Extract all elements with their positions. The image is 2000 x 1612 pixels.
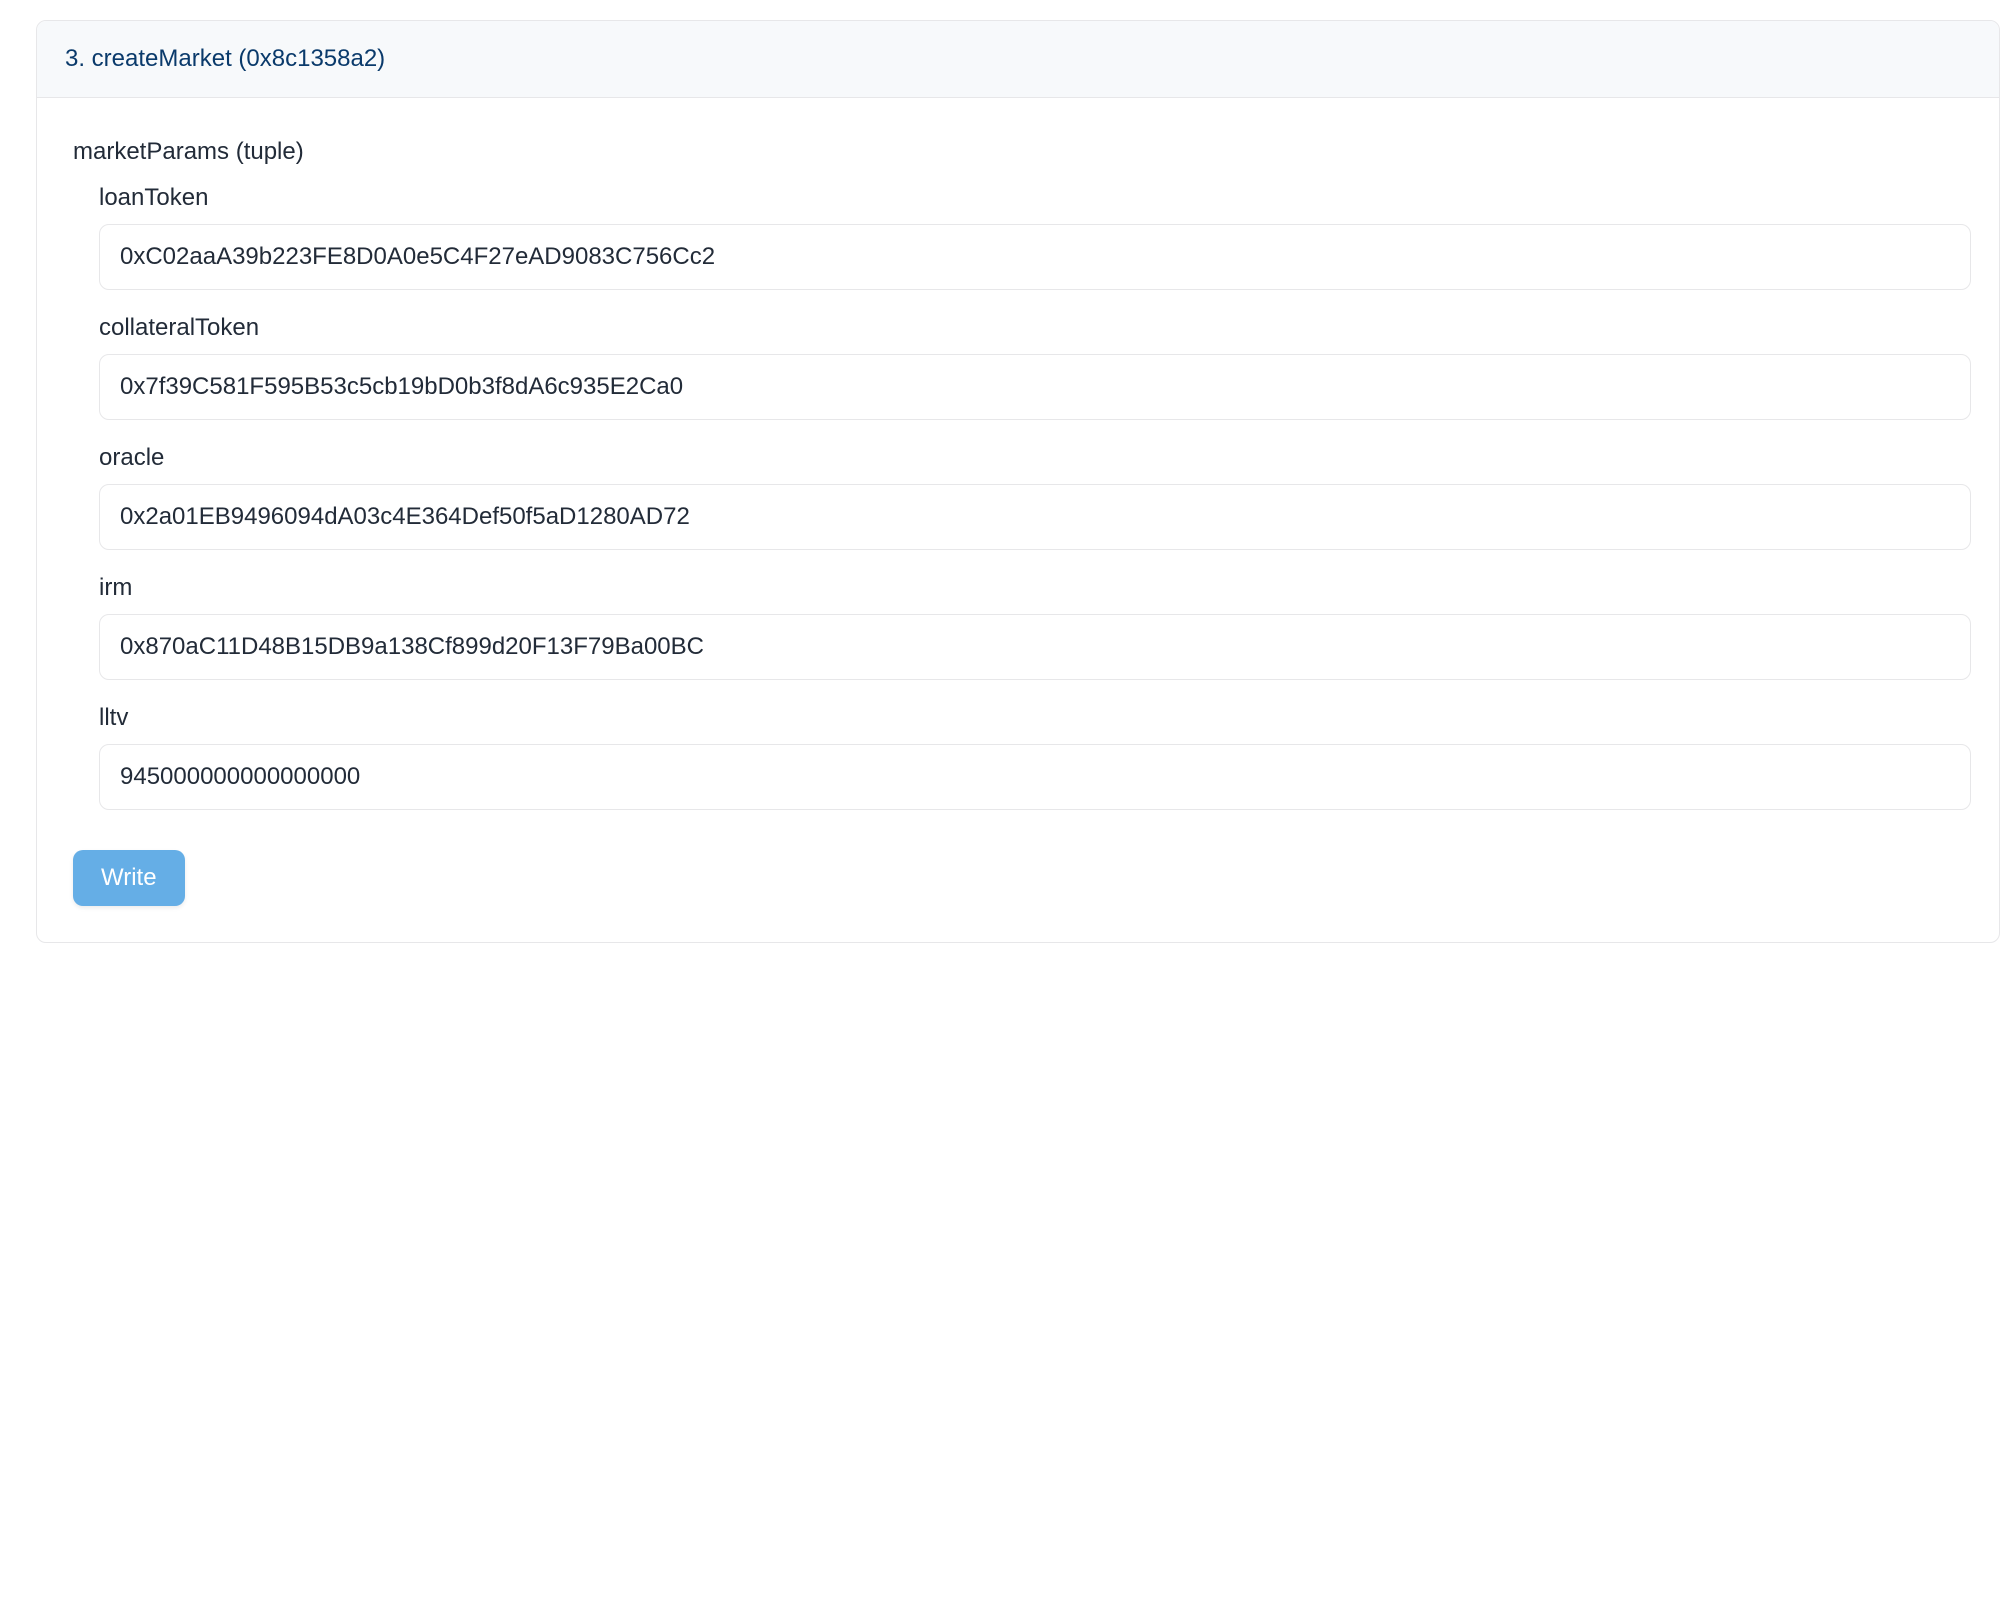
function-body: marketParams (tuple) loanToken collatera… [37,98,1999,942]
input-oracle[interactable] [99,484,1971,550]
function-header[interactable]: 3. createMarket (0x8c1358a2) [37,21,1999,98]
input-loanToken[interactable] [99,224,1971,290]
field-label-collateralToken: collateralToken [99,314,1971,342]
field-irm: irm [99,574,1971,680]
input-lltv[interactable] [99,744,1971,810]
input-irm[interactable] [99,614,1971,680]
field-oracle: oracle [99,444,1971,550]
field-label-irm: irm [99,574,1971,602]
write-button[interactable]: Write [73,850,185,906]
field-label-loanToken: loanToken [99,184,1971,212]
field-loanToken: loanToken [99,184,1971,290]
field-collateralToken: collateralToken [99,314,1971,420]
field-lltv: lltv [99,704,1971,810]
function-card: 3. createMarket (0x8c1358a2) marketParam… [36,20,2000,943]
field-label-lltv: lltv [99,704,1971,732]
input-collateralToken[interactable] [99,354,1971,420]
tuple-label: marketParams (tuple) [73,138,1971,166]
field-label-oracle: oracle [99,444,1971,472]
